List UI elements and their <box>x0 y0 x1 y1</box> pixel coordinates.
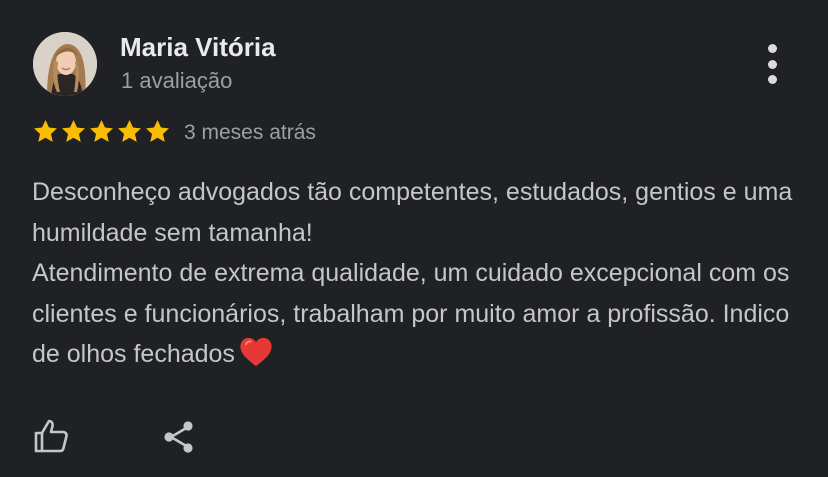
star-icon <box>118 120 141 142</box>
star-icon <box>34 120 57 142</box>
thumbs-up-icon <box>34 419 68 453</box>
review-count: 1 avaliação <box>121 68 233 93</box>
review-text: Desconheço advogados tão competentes, es… <box>32 172 812 381</box>
star-icon <box>62 120 85 142</box>
like-button[interactable] <box>30 414 74 458</box>
star-rating <box>32 118 171 145</box>
review-paragraph: Atendimento de extrema qualidade, um cui… <box>32 253 812 381</box>
share-button[interactable] <box>158 416 202 460</box>
star-icon <box>146 120 169 142</box>
more-options-button[interactable] <box>756 44 788 84</box>
more-vert-icon <box>767 44 777 53</box>
reviewer-name[interactable]: Maria Vitória <box>120 32 276 63</box>
star-icon <box>90 120 113 142</box>
review-date: 3 meses atrás <box>184 121 316 144</box>
share-icon <box>164 421 193 453</box>
review-card: Maria Vitória 1 avaliação 3 meses atrás … <box>0 0 828 477</box>
heart-icon <box>239 336 273 381</box>
review-paragraph: Desconheço advogados tão competentes, es… <box>32 178 793 247</box>
avatar[interactable] <box>33 32 97 96</box>
